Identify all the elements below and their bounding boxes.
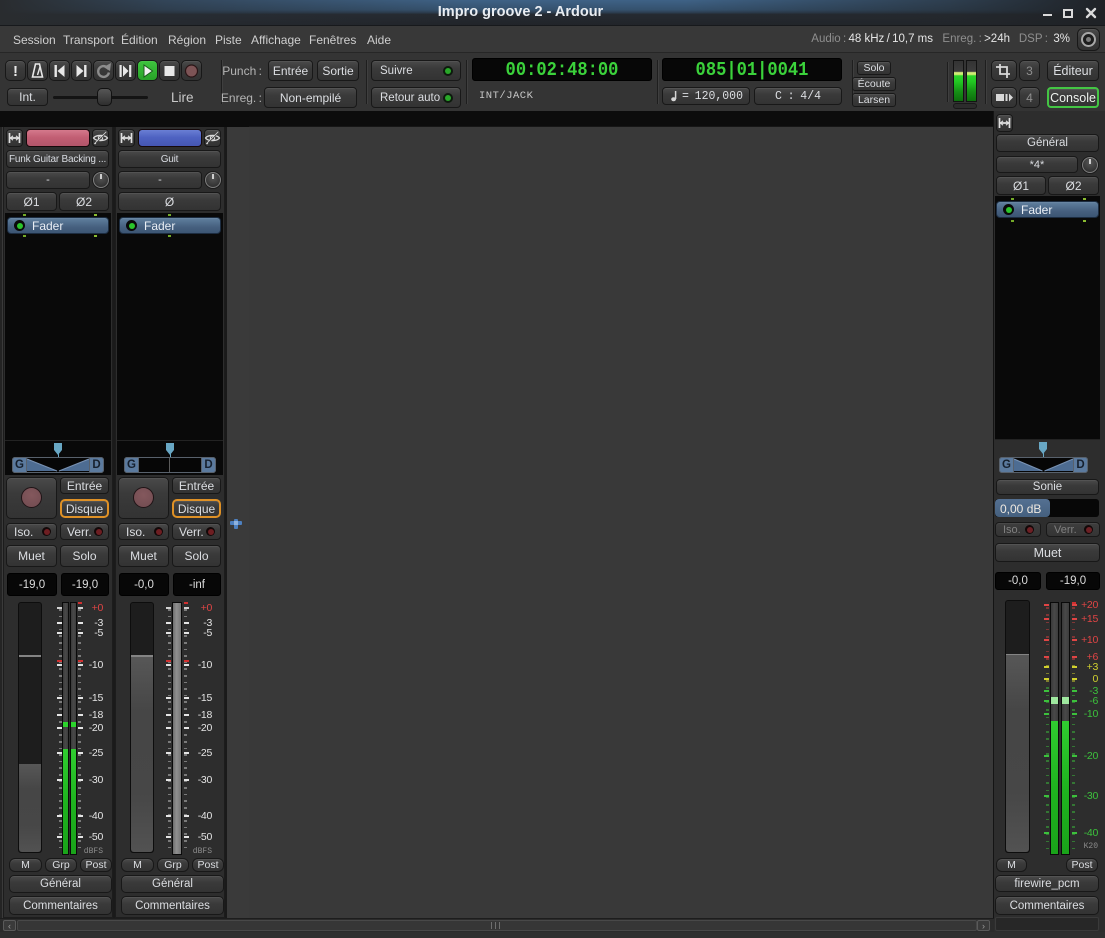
- svg-text:!: !: [13, 63, 18, 80]
